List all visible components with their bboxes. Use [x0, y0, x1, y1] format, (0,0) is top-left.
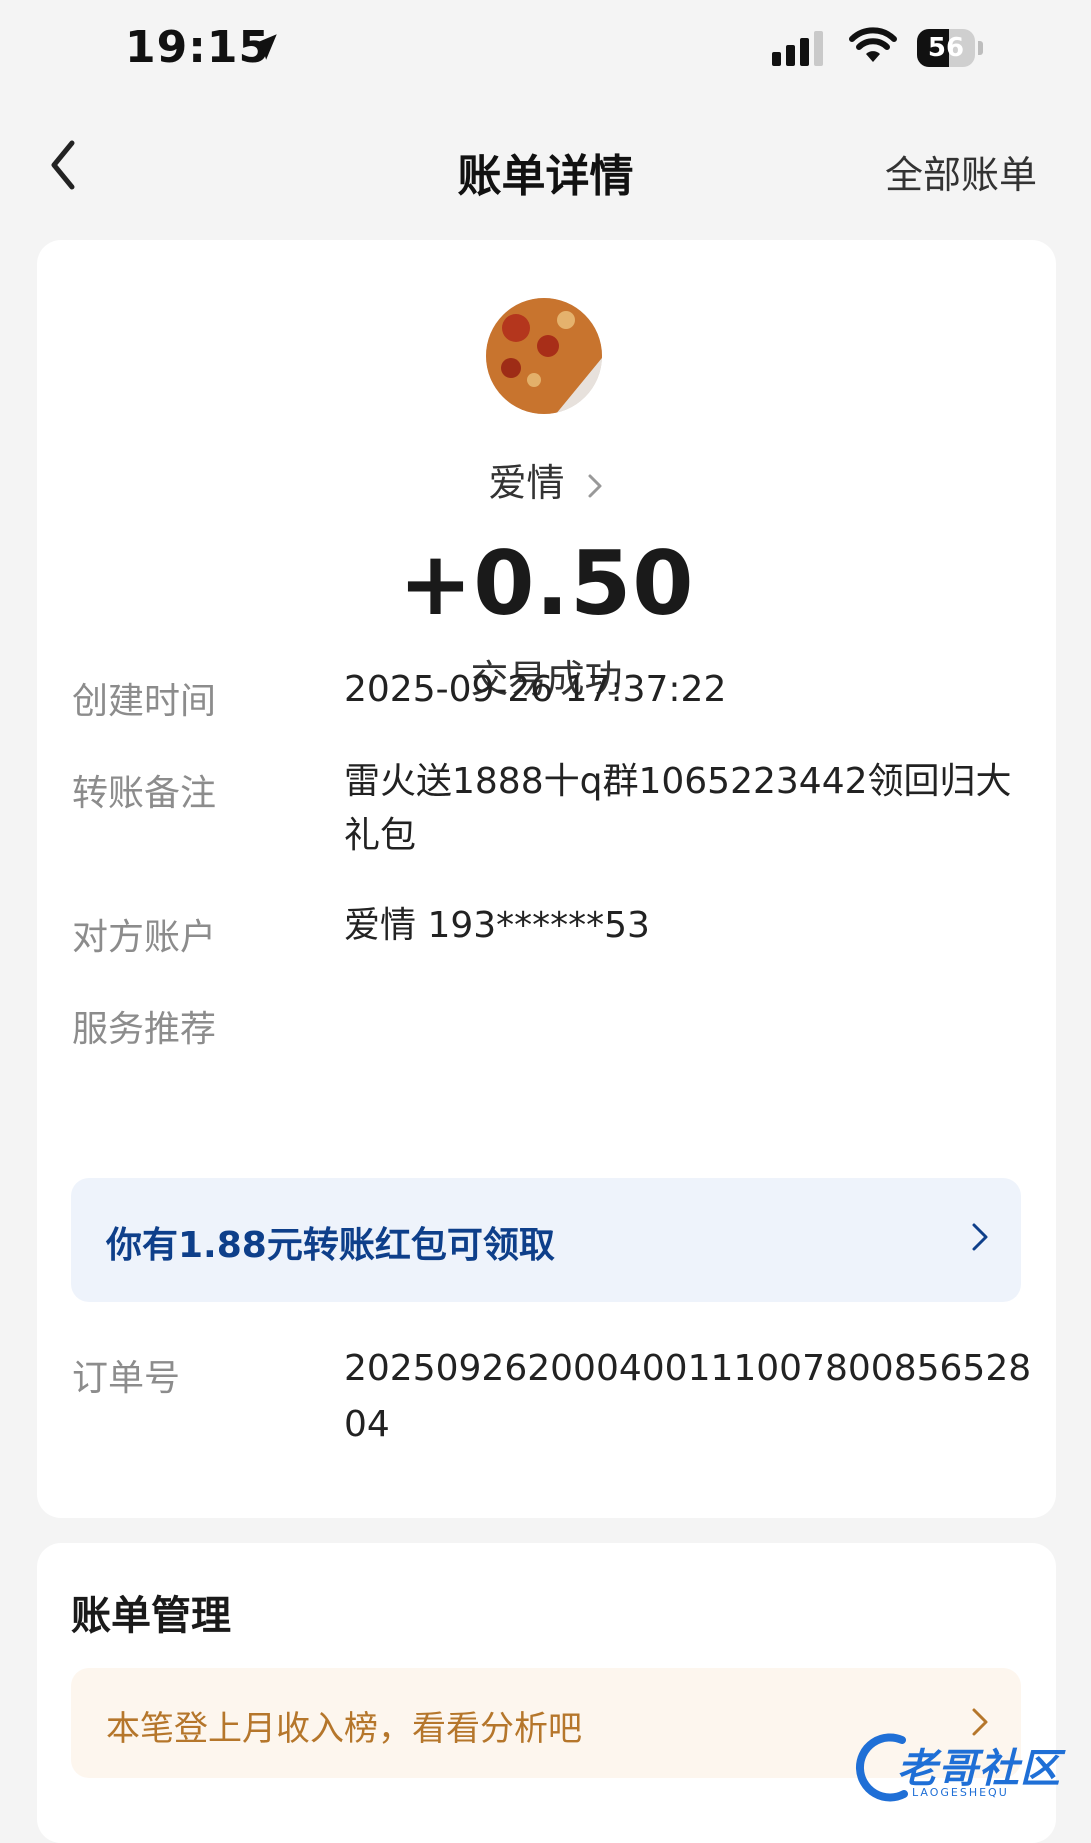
all-bills-link[interactable]: 全部账单 — [885, 144, 1037, 199]
signal-icon — [772, 31, 823, 66]
transaction-amount: +0.50 — [398, 532, 695, 635]
payer-name: 爱情 — [488, 461, 565, 505]
order-number-label: 订单号 — [72, 1358, 181, 1399]
income-rank-promo-text: 本笔登上月收入榜，看看分析吧 — [106, 1709, 582, 1749]
wifi-icon — [849, 27, 897, 62]
transaction-card: 爱情 +0.50 交易成功 创建时间 2025-09-26 17:37:22 转… — [37, 240, 1056, 1518]
avatar[interactable] — [486, 298, 602, 414]
chevron-right-icon — [588, 474, 602, 497]
watermark-logo: 老哥社区 LAOGESHEQU — [852, 1730, 1077, 1810]
bill-management-title: 账单管理 — [71, 1593, 231, 1639]
counterparty-value: 爱情 193******53 — [344, 905, 650, 946]
created-time-value: 2025-09-26 17:37:22 — [344, 669, 727, 710]
battery-icon: 56 — [917, 29, 983, 67]
created-time-label: 创建时间 — [72, 681, 217, 722]
chevron-right-icon — [972, 1223, 988, 1251]
transfer-note-label: 转账备注 — [72, 773, 217, 814]
status-bar: 19:15 56 — [0, 0, 1091, 100]
transfer-note-value: 雷火送1888十q群1065223442领回归大礼包 — [344, 761, 1012, 856]
counterparty-label: 对方账户 — [72, 917, 217, 958]
payer-name-link[interactable]: 爱情 — [37, 452, 1056, 507]
location-arrow-icon — [251, 34, 277, 60]
service-recommend-label: 服务推荐 — [72, 1009, 217, 1050]
red-packet-promo[interactable]: 你有1.88元转账红包可领取 — [71, 1178, 1021, 1302]
order-number-value: 20250926200040011100780085652804 — [344, 1348, 1032, 1445]
battery-level: 56 — [927, 33, 965, 63]
red-packet-promo-text: 你有1.88元转账红包可领取 — [106, 1225, 555, 1266]
